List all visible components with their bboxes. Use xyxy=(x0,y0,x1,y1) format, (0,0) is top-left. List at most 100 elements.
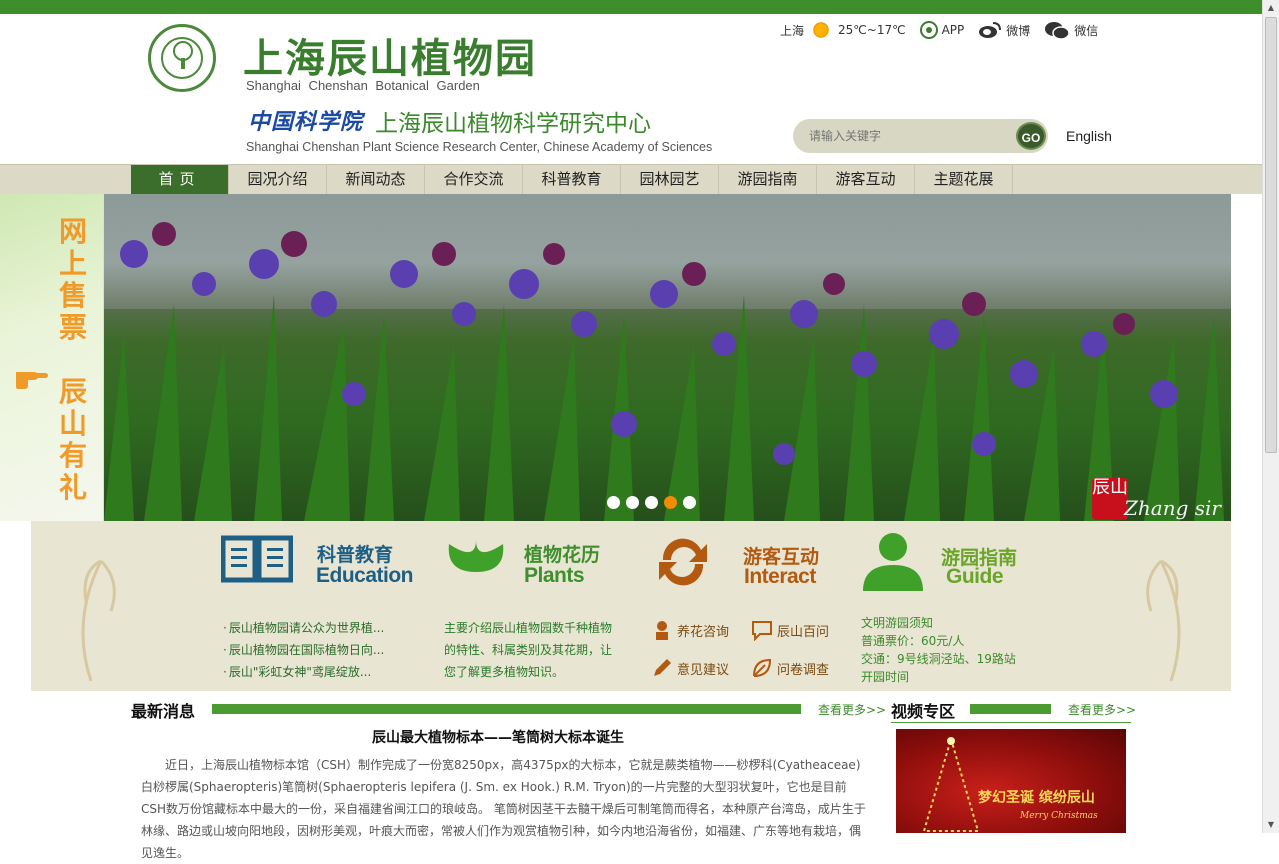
photo-watermark-text: Zhang sir xyxy=(1124,496,1221,520)
app-link[interactable]: APP xyxy=(919,21,965,39)
scroll-down-arrow[interactable]: ▼ xyxy=(1263,817,1279,833)
video-section-title: 视频专区 xyxy=(891,702,956,721)
video-caption: 梦幻圣诞 缤纷辰山 xyxy=(978,790,1095,806)
sun-icon xyxy=(812,21,831,39)
nav-horticulture[interactable]: 园林园艺 xyxy=(621,165,719,194)
search-box: GO xyxy=(793,119,1048,153)
education-title-en[interactable]: Education xyxy=(316,564,414,588)
research-center-name-cn: 上海辰山植物科学研究中心 xyxy=(375,111,651,137)
weather: 上海 25℃~17℃ xyxy=(780,21,906,39)
speech-bubble-icon xyxy=(752,621,772,641)
cas-logo[interactable]: 中国科学院 xyxy=(248,104,363,136)
slide-dot[interactable] xyxy=(645,496,658,509)
brand-name-cn[interactable]: 上海辰山植物园 xyxy=(243,26,537,84)
interact-title-en[interactable]: Interact xyxy=(744,565,816,589)
video-caption-en: Merry Christmas xyxy=(1020,811,1098,821)
weibo-label: 微博 xyxy=(1006,23,1031,38)
suggestion-link[interactable]: 意见建议 xyxy=(651,657,729,679)
book-icon xyxy=(221,535,293,583)
feature-band xyxy=(31,521,1231,691)
app-label: APP xyxy=(941,23,965,37)
plants-title-cn[interactable]: 植物花历 xyxy=(524,540,600,567)
guide-line[interactable]: 开园时间 xyxy=(861,668,1016,686)
suggestion-label: 意见建议 xyxy=(677,662,730,678)
guide-line: 普通票价：60元/人 xyxy=(861,634,965,648)
news-section-bar xyxy=(212,704,801,714)
news-section-title: 最新消息 xyxy=(131,702,196,721)
faq-link[interactable]: 辰山百问 xyxy=(751,619,829,641)
top-links: 上海 25℃~17℃ APP 微博 微信 xyxy=(780,18,1112,42)
nav-home[interactable]: 首页 xyxy=(131,165,229,194)
flower-consult-link[interactable]: 养花咨询 xyxy=(651,619,729,641)
pointing-hand-icon xyxy=(16,372,48,389)
photo-watermark-seal: 辰山 xyxy=(1092,478,1128,520)
refresh-icon xyxy=(659,538,707,586)
city-label: 上海 xyxy=(780,23,805,38)
app-icon xyxy=(919,21,938,39)
ticket-line-2: 辰山有礼 xyxy=(58,375,87,504)
online-ticket-banner[interactable]: 网上售票 辰山有礼 xyxy=(0,194,104,521)
guide-line: 交通：9号线洞泾站、19路站 xyxy=(861,652,1016,666)
faq-label: 辰山百问 xyxy=(777,624,830,640)
garden-seal-logo[interactable] xyxy=(148,24,216,92)
video-more-link[interactable]: 查看更多>> xyxy=(1068,701,1136,718)
wechat-label: 微信 xyxy=(1074,23,1099,38)
search-input[interactable] xyxy=(809,127,1009,145)
christmas-tree-icon xyxy=(922,735,980,832)
english-link[interactable]: English xyxy=(1066,128,1112,144)
top-green-bar xyxy=(0,0,1262,14)
survey-label: 问卷调查 xyxy=(777,662,830,678)
ticket-line-1: 网上售票 xyxy=(58,215,87,344)
nav-guide[interactable]: 游园指南 xyxy=(719,165,817,194)
research-center-name-en: Shanghai Chenshan Plant Science Research… xyxy=(246,140,713,154)
nav-cooperation[interactable]: 合作交流 xyxy=(425,165,523,194)
nav-about[interactable]: 园况介绍 xyxy=(229,165,327,194)
nav-education[interactable]: 科普教育 xyxy=(523,165,621,194)
guide-title-en[interactable]: Guide xyxy=(946,565,1004,589)
plants-description: 主要介绍辰山植物园数千种植物的特性、科属类别及其花期，让您了解更多植物知识。 xyxy=(444,621,613,679)
hero-banner[interactable] xyxy=(104,194,1231,521)
slide-dot-active[interactable] xyxy=(664,496,677,509)
education-item[interactable]: 辰山植物园在国际植物日向... xyxy=(223,639,384,661)
news-more-link[interactable]: 查看更多>> xyxy=(818,701,886,718)
guide-line[interactable]: 文明游园须知 xyxy=(861,614,1016,632)
nav-interact[interactable]: 游客互动 xyxy=(817,165,915,194)
search-go-button[interactable]: GO xyxy=(1016,122,1046,150)
scroll-thumb[interactable] xyxy=(1265,17,1277,453)
temperature: 25℃~17℃ xyxy=(838,23,906,37)
guide-info: 文明游园须知 普通票价：60元/人 交通：9号线洞泾站、19路站 开园时间 xyxy=(861,614,1016,686)
slide-dot[interactable] xyxy=(683,496,696,509)
scroll-up-arrow[interactable]: ▲ xyxy=(1263,0,1279,16)
survey-link[interactable]: 问卷调查 xyxy=(751,657,829,679)
wechat-link[interactable]: 微信 xyxy=(1044,20,1098,40)
main-nav: 首页 园况介绍 新闻动态 合作交流 科普教育 园林园艺 游园指南 游客互动 主题… xyxy=(0,164,1262,194)
nav-flower-show[interactable]: 主题花展 xyxy=(915,165,1013,194)
potted-plant-icon xyxy=(656,621,668,640)
page-scrollbar[interactable]: ▲ ▼ xyxy=(1262,0,1279,833)
education-item[interactable]: 辰山"彩虹女神"鸢尾绽放... xyxy=(223,661,384,683)
plants-title-en[interactable]: Plants xyxy=(524,564,585,588)
video-thumbnail[interactable]: 梦幻圣诞 缤纷辰山 Merry Christmas xyxy=(896,729,1126,833)
wechat-icon xyxy=(1045,22,1071,40)
brand-name-en: Shanghai Chenshan Botanical Garden xyxy=(246,78,480,93)
flower-decoration-left xyxy=(81,559,116,682)
iris-flowers-image xyxy=(104,222,1224,521)
slide-dot[interactable] xyxy=(626,496,639,509)
video-section-bar xyxy=(970,704,1051,714)
education-title-cn[interactable]: 科普教育 xyxy=(317,540,393,567)
flower-consult-label: 养花咨询 xyxy=(677,624,730,640)
news-headline[interactable]: 辰山最大植物标本——笔筒树大标本诞生 xyxy=(372,727,624,747)
weibo-link[interactable]: 微博 xyxy=(978,21,1030,39)
slide-indicators xyxy=(607,496,702,509)
education-item[interactable]: 辰山植物园请公众为世界植... xyxy=(223,617,384,639)
slide-dot[interactable] xyxy=(607,496,620,509)
nav-news[interactable]: 新闻动态 xyxy=(327,165,425,194)
pencil-icon xyxy=(654,659,671,676)
news-body: 近日，上海辰山植物标本馆（CSH）制作完成了一份宽8250px，高4375px的… xyxy=(141,758,866,860)
tree-icon xyxy=(173,41,193,69)
ginkgo-leaf-icon xyxy=(448,540,504,597)
flower-decoration-right xyxy=(1146,559,1181,682)
education-list: 辰山植物园请公众为世界植... 辰山植物园在国际植物日向... 辰山"彩虹女神"… xyxy=(223,617,384,683)
video-divider xyxy=(891,722,1131,723)
leaf-icon xyxy=(753,658,772,677)
